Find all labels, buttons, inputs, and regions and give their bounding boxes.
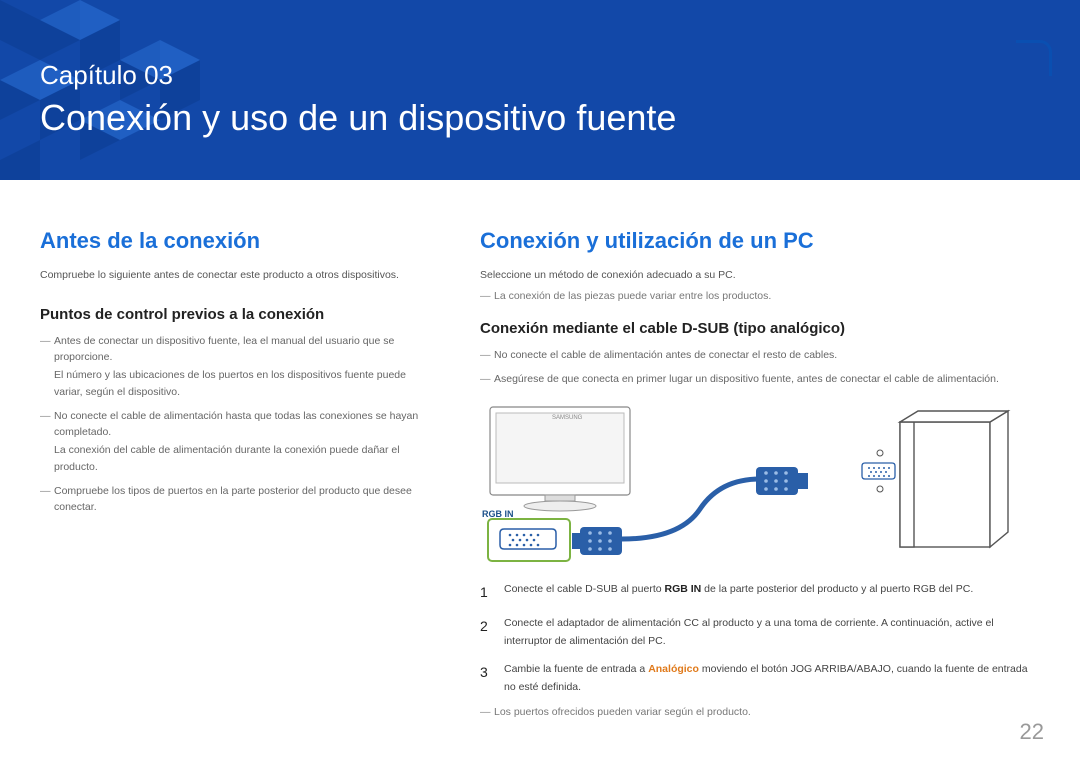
right-subheading: Conexión mediante el cable D-SUB (tipo a… bbox=[480, 320, 1040, 337]
svg-text:SAMSUNG: SAMSUNG bbox=[552, 415, 583, 421]
content-area: Antes de la conexión Compruebe lo siguie… bbox=[0, 180, 1080, 718]
left-column: Antes de la conexión Compruebe lo siguie… bbox=[40, 228, 436, 718]
steps-list: 1 Conecte el cable D-SUB al puerto RGB I… bbox=[480, 581, 1040, 696]
left-intro: Compruebe lo siguiente antes de conectar… bbox=[40, 268, 436, 284]
list-item: Asegúrese de que conecta en primer lugar… bbox=[480, 371, 1040, 387]
step-number: 1 bbox=[480, 581, 494, 605]
chapter-title: Conexión y uso de un dispositivo fuente bbox=[40, 97, 1080, 139]
step-number: 2 bbox=[480, 615, 494, 651]
step-item: 3 Cambie la fuente de entrada a Analógic… bbox=[480, 661, 1040, 697]
step-number: 3 bbox=[480, 661, 494, 697]
warnings-list: No conecte el cable de alimentación ante… bbox=[480, 347, 1040, 388]
chapter-number: Capítulo 03 bbox=[40, 60, 1080, 91]
list-item: No conecte el cable de alimentación ante… bbox=[480, 347, 1040, 363]
right-intro: Seleccione un método de conexión adecuad… bbox=[480, 268, 1040, 284]
control-points-list: Antes de conectar un dispositivo fuente,… bbox=[40, 333, 436, 516]
page-number: 22 bbox=[1020, 719, 1044, 745]
step-item: 2 Conecte el adaptador de alimentación C… bbox=[480, 615, 1040, 651]
list-item: No conecte el cable de alimentación hast… bbox=[40, 408, 436, 475]
rgb-in-label: RGB IN bbox=[482, 509, 514, 519]
step-item: 1 Conecte el cable D-SUB al puerto RGB I… bbox=[480, 581, 1040, 605]
right-column: Conexión y utilización de un PC Seleccio… bbox=[480, 228, 1040, 718]
section-heading-left: Antes de la conexión bbox=[40, 228, 436, 254]
list-item: Antes de conectar un dispositivo fuente,… bbox=[40, 333, 436, 400]
step-text: Conecte el cable D-SUB al puerto RGB IN … bbox=[504, 581, 973, 605]
connection-diagram: SAMSUNG bbox=[480, 399, 1040, 569]
step-text: Cambie la fuente de entrada a Analógico … bbox=[504, 661, 1040, 697]
left-subheading: Puntos de control previos a la conexión bbox=[40, 306, 436, 323]
list-item: Compruebe los tipos de puertos en la par… bbox=[40, 483, 436, 516]
footer-note: Los puertos ofrecidos pueden variar segú… bbox=[480, 706, 1040, 718]
step-text: Conecte el adaptador de alimentación CC … bbox=[504, 615, 1040, 651]
section-heading-right: Conexión y utilización de un PC bbox=[480, 228, 1040, 254]
chapter-header: Capítulo 03 Conexión y uso de un disposi… bbox=[0, 0, 1080, 180]
right-intro-note: La conexión de las piezas puede variar e… bbox=[480, 290, 1040, 302]
